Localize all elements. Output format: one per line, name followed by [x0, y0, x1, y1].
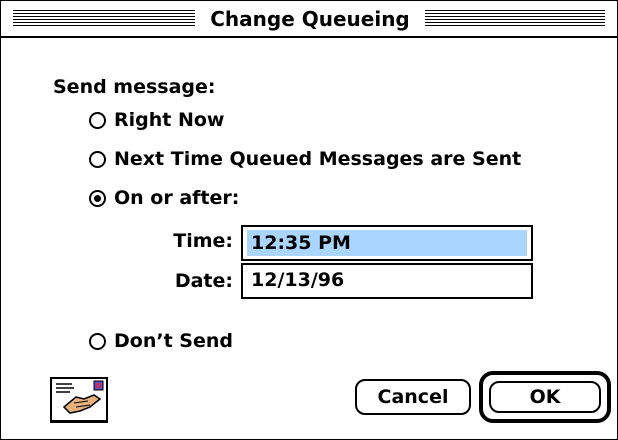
- title-stripes-right: [425, 10, 605, 27]
- radio-next-time[interactable]: [89, 150, 106, 168]
- title-bar[interactable]: Change Queueing: [1, 1, 617, 38]
- radio-right-now[interactable]: [89, 111, 106, 129]
- option-right-now-label: Right Now: [114, 109, 225, 131]
- option-next-time[interactable]: Next Time Queued Messages are Sent: [89, 148, 521, 170]
- change-queueing-dialog: Change Queueing Send message: Right Now …: [0, 0, 618, 440]
- date-field[interactable]: 12/13/96: [241, 263, 533, 299]
- option-right-now[interactable]: Right Now: [89, 109, 224, 131]
- option-on-or-after[interactable]: On or after:: [89, 187, 239, 209]
- radio-dont-send[interactable]: [89, 332, 106, 350]
- title-stripes-left: [13, 10, 195, 27]
- radio-on-or-after[interactable]: [89, 189, 106, 207]
- time-field[interactable]: 12:35 PM: [241, 225, 533, 261]
- send-message-label: Send message:: [53, 76, 216, 98]
- time-value: 12:35 PM: [247, 230, 527, 256]
- ok-button[interactable]: OK: [489, 381, 601, 413]
- cancel-button[interactable]: Cancel: [355, 379, 471, 415]
- dialog-title: Change Queueing: [199, 6, 421, 32]
- option-dont-send-label: Don’t Send: [114, 330, 233, 352]
- date-label: Date:: [174, 270, 233, 292]
- envelope-hand-icon: [50, 377, 108, 423]
- option-next-time-label: Next Time Queued Messages are Sent: [114, 148, 522, 170]
- ok-button-default-ring: OK: [479, 371, 611, 423]
- option-dont-send[interactable]: Don’t Send: [89, 330, 233, 352]
- option-on-or-after-label: On or after:: [114, 187, 240, 209]
- time-label: Time:: [173, 230, 233, 252]
